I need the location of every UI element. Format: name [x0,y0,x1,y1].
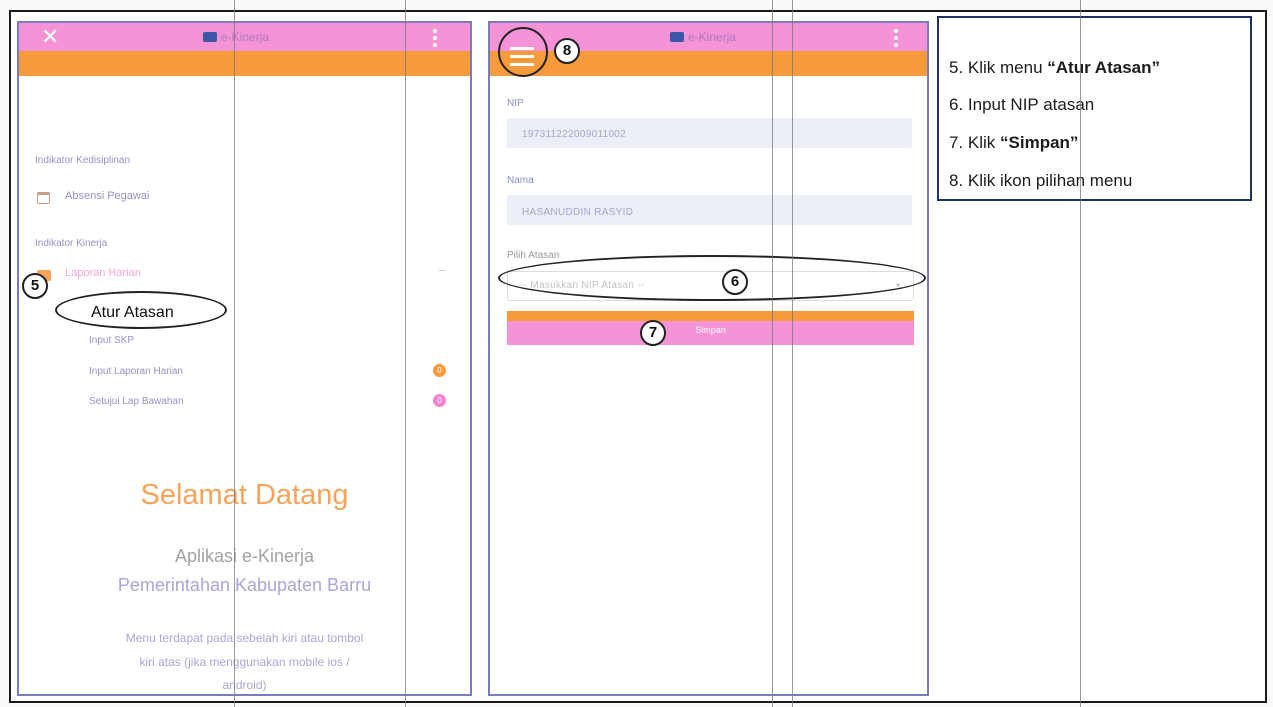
scan-line [234,0,235,707]
instruction-step-6: 6. Input NIP atasan [949,95,1095,114]
app-title: e-Kinerja [221,30,270,44]
left-phone-screen: ✕ e-Kinerja Indikator Kedisiplinan Absen… [17,21,472,696]
menu-setujui-lap-bawahan[interactable]: Setujui Lap Bawahan [89,396,184,407]
calendar-icon [37,192,50,204]
overflow-menu-icon[interactable] [433,29,437,50]
welcome-note-line2: kiri atas (jika menggunakan mobile ios / [139,655,350,669]
instruction-step-5: 5. Klik menu “Atur Atasan” [949,58,1160,77]
callout-5: 5 [22,273,48,299]
callout-7: 7 [640,320,666,346]
section-performance: Indikator Kinerja [35,238,108,249]
close-icon[interactable]: ✕ [41,23,59,51]
callout-8: 8 [554,38,580,64]
welcome-app-name: Aplikasi e-Kinerja [174,546,315,566]
app-logo-icon [670,32,684,42]
collapse-icon [439,270,445,271]
highlight-atur-atasan [55,291,227,329]
app-logo-icon [203,32,217,42]
app-bar-orange [19,51,470,76]
instructions-box: 5. Klik menu “Atur Atasan” 6. Input NIP … [937,16,1252,201]
app-title: e-Kinerja [688,30,737,44]
callout-6: 6 [722,269,748,295]
nip-label: NIP [507,98,524,109]
scan-line [1080,0,1081,707]
highlight-pilih-atasan [498,255,926,301]
instruction-step-8: 8. Klik ikon pilihan menu [949,171,1133,190]
pilih-atasan-label: Pilih Atasan [507,250,560,261]
highlight-hamburger [498,27,548,77]
nama-value: HASANUDDIN RASYID [522,207,634,218]
overflow-menu-icon[interactable] [894,29,898,50]
welcome-title: Selamat Datang [140,479,349,511]
welcome-note-line3: android) [222,678,267,692]
simpan-button-top [507,311,914,321]
section-discipline: Indikator Kedisiplinan [35,155,131,166]
nama-label: Nama [507,175,534,186]
simpan-button[interactable]: Simpan [507,321,914,345]
badge-setujui: 0 [433,394,446,407]
scan-line [772,0,773,707]
instruction-step-7: 7. Klik “Simpan” [949,133,1079,152]
scan-line [792,0,793,707]
nip-value: 197311222009011002 [522,129,627,140]
menu-absensi-pegawai[interactable]: Absensi Pegawai [65,190,149,202]
welcome-note-line1: Menu terdapat pada sebelah kiri atau tom… [125,631,364,645]
welcome-organization: Pemerintahan Kabupaten Barru [117,575,372,595]
menu-input-skp[interactable]: Input SKP [89,335,134,346]
badge-input-laporan: 0 [433,364,446,377]
right-phone-screen: 8 e-Kinerja NIP 197311222009011002 Nama … [488,21,929,696]
scan-line [405,0,406,707]
menu-input-laporan-harian[interactable]: Input Laporan Harian [89,366,183,377]
menu-laporan-harian[interactable]: Laporan Harian [65,267,141,279]
